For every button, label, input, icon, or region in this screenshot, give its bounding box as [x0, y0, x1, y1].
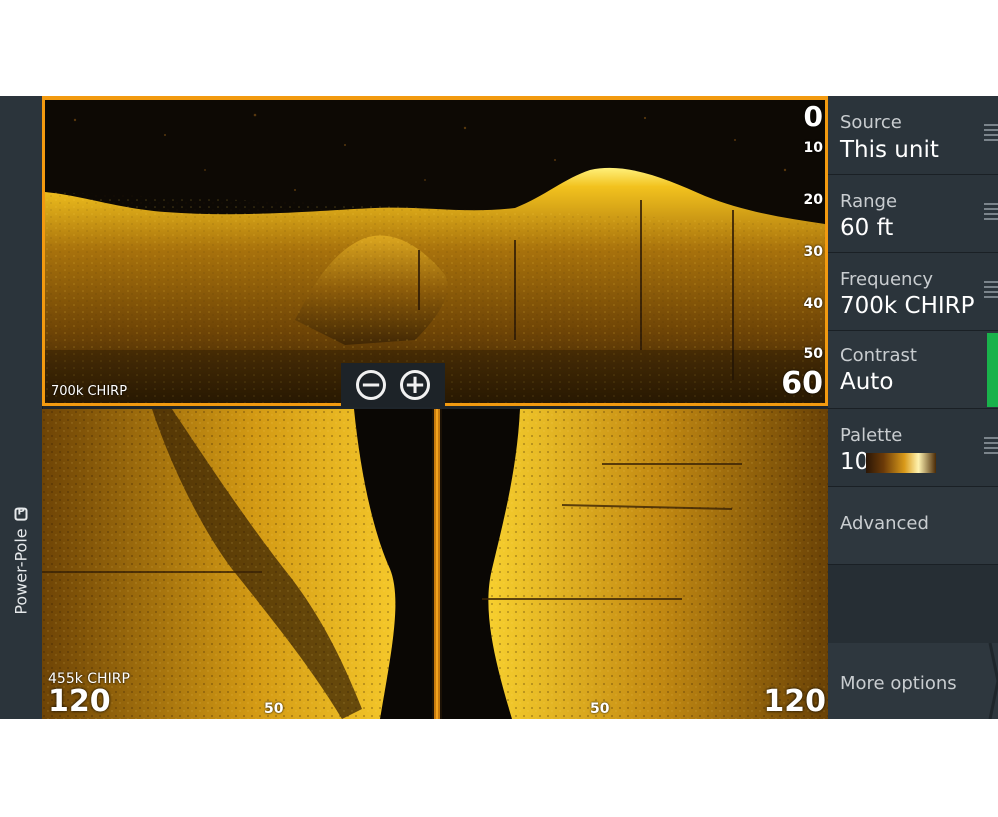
depth-tick-50: 50 [803, 346, 823, 362]
source-value: This unit [840, 137, 939, 163]
menu-item-more-options[interactable]: More options [828, 643, 998, 719]
menu-item-contrast[interactable]: Contrast Auto [828, 331, 998, 409]
depth-tick-20: 20 [803, 192, 823, 208]
downscan-frequency-label: 700k CHIRP [51, 384, 128, 399]
menu-item-palette[interactable]: Palette 10 [828, 409, 998, 487]
sidescan-range-left: 120 [48, 684, 111, 719]
power-pole-button[interactable]: Power-Pole [11, 507, 31, 615]
contrast-active-indicator [987, 333, 998, 407]
depth-scale-bottom: 60 [781, 366, 823, 401]
drag-handle-icon [984, 437, 998, 454]
depth-tick-30: 30 [803, 244, 823, 260]
menu-spacer [828, 565, 998, 643]
frequency-label: Frequency [840, 269, 933, 290]
zoom-out-button[interactable]: − [356, 370, 386, 400]
sidescan-range-right: 120 [763, 684, 826, 719]
sidescan-scale-left: 50 [264, 701, 284, 717]
more-options-label: More options [840, 673, 957, 694]
contrast-value: Auto [840, 369, 894, 395]
drag-handle-icon [984, 203, 998, 220]
sidescan-scale-right: 50 [590, 701, 610, 717]
power-pole-label: Power-Pole [11, 528, 31, 615]
sonar-menu: Source This unit Range 60 ft Frequency 7… [828, 96, 998, 719]
menu-item-frequency[interactable]: Frequency 700k CHIRP [828, 253, 998, 331]
source-label: Source [840, 112, 902, 133]
zoom-in-button[interactable]: + [400, 370, 430, 400]
depth-tick-10: 10 [803, 140, 823, 156]
power-pole-icon [14, 507, 28, 521]
palette-value: 10 [840, 449, 870, 475]
menu-item-advanced[interactable]: Advanced [828, 487, 998, 565]
depth-scale-top: 0 [803, 100, 823, 133]
frequency-value: 700k CHIRP [840, 293, 975, 319]
menu-item-range[interactable]: Range 60 ft [828, 175, 998, 253]
chartplotter-screen: Power-Pole P 0 10 20 30 40 50 60 700k CH… [0, 96, 998, 719]
downscan-sonar-image [45, 100, 825, 403]
plus-icon: + [404, 370, 426, 400]
minus-icon: − [360, 370, 382, 400]
power-pole-strip[interactable]: Power-Pole [0, 96, 43, 719]
downscan-pane[interactable]: 0 10 20 30 40 50 60 700k CHIRP [42, 96, 828, 406]
sidescan-pane[interactable]: 455k CHIRP 120 50 50 120 [42, 409, 828, 719]
drag-handle-icon [984, 124, 998, 141]
zoom-controls: − + [341, 363, 445, 407]
palette-swatch-icon [866, 453, 936, 473]
advanced-label: Advanced [840, 513, 929, 534]
contrast-label: Contrast [840, 345, 917, 366]
drag-handle-icon [984, 281, 998, 298]
sidescan-sonar-image [42, 409, 828, 719]
range-label: Range [840, 191, 898, 212]
depth-tick-40: 40 [803, 296, 823, 312]
chevron-right-icon [988, 643, 998, 719]
palette-label: Palette [840, 425, 903, 446]
menu-item-source[interactable]: Source This unit [828, 96, 998, 175]
range-value: 60 ft [840, 215, 894, 241]
